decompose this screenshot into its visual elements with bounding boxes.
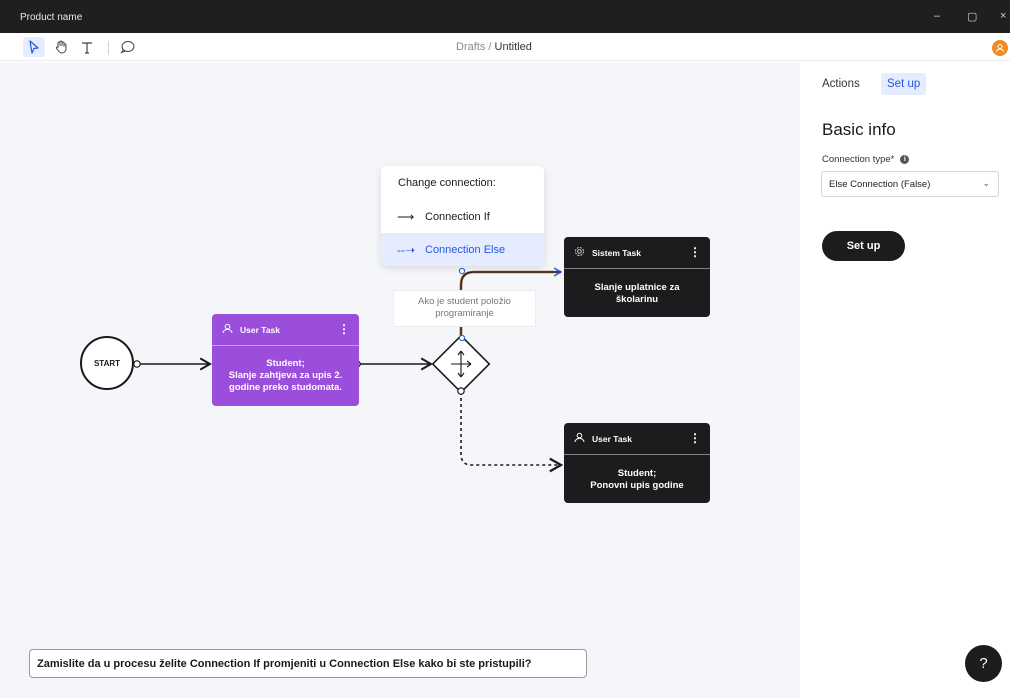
breadcrumb: Drafts / Untitled <box>456 41 532 53</box>
connection-if-option[interactable]: ⟶ Connection If <box>381 200 544 233</box>
start-label: START <box>93 358 121 368</box>
change-connection-popup: Change connection: ⟶ Connection If --➝ C… <box>381 166 544 266</box>
task-body-line: Slanje uplatnice za <box>594 282 680 293</box>
dashed-arrow-icon: --➝ <box>397 242 416 257</box>
user-task-node[interactable]: User Task ⋮ Student; Slanje zahtjeva za … <box>212 314 359 406</box>
setup-button[interactable]: Set up <box>822 231 905 261</box>
minimize-icon[interactable]: – <box>934 10 940 22</box>
task-type-label: User Task <box>240 324 281 335</box>
task-body: Student; Slanje zahtjeva za upis 2. godi… <box>212 346 359 394</box>
gateway-diamond <box>431 334 491 394</box>
user-avatar-icon[interactable] <box>992 40 1008 56</box>
connection-type-select[interactable]: Else Connection (False) ⌄ <box>821 171 999 197</box>
breadcrumb-current[interactable]: Untitled <box>495 41 532 53</box>
task-body-line: godine preko studomata. <box>229 382 342 393</box>
pointer-tool-icon[interactable] <box>23 37 45 57</box>
task-body: Student; Ponovni upis godine <box>564 455 710 492</box>
gear-icon <box>574 246 585 259</box>
toolbar-divider <box>108 41 109 55</box>
panel-heading: Basic info <box>822 120 896 139</box>
tab-setup[interactable]: Set up <box>881 73 927 95</box>
field-label-text: Connection type* <box>822 154 895 165</box>
help-button[interactable]: ? <box>965 645 1002 682</box>
task-header: Sistem Task ⋮ <box>564 237 710 269</box>
connection-handle <box>458 267 466 275</box>
task-header: User Task ⋮ <box>564 423 710 455</box>
condition-label-line: programiranje <box>435 308 494 319</box>
connection-else-option[interactable]: --➝ Connection Else <box>381 233 544 266</box>
solid-arrow-icon: ⟶ <box>397 209 415 224</box>
task-body-line: Ponovni upis godine <box>590 480 684 491</box>
task-type-label: User Task <box>592 433 633 444</box>
breadcrumb-parent[interactable]: Drafts <box>456 41 485 53</box>
task-type-label: Sistem Task <box>592 247 641 258</box>
chevron-down-icon: ⌄ <box>982 178 990 188</box>
start-node[interactable]: START <box>80 336 134 390</box>
app-title: Product name <box>20 12 83 23</box>
title-bar: Product name – ▢ × <box>0 0 1010 33</box>
user-task-node[interactable]: User Task ⋮ Student; Ponovni upis godine <box>564 423 710 503</box>
more-options-icon[interactable]: ⋮ <box>689 245 701 259</box>
task-question: Zamislite da u procesu želite Connection… <box>29 649 587 678</box>
hand-tool-icon[interactable] <box>50 37 72 57</box>
option-label: Connection Else <box>425 243 506 256</box>
user-icon <box>222 323 233 336</box>
toolbar: Drafts / Untitled <box>0 33 1010 61</box>
connection-handle <box>458 334 466 342</box>
maximize-icon[interactable]: ▢ <box>967 10 977 23</box>
more-options-icon[interactable]: ⋮ <box>689 431 701 445</box>
task-header: User Task ⋮ <box>212 314 359 346</box>
sistem-task-node[interactable]: Sistem Task ⋮ Slanje uplatnice za školar… <box>564 237 710 317</box>
task-body-line: Student; <box>617 468 657 479</box>
connection-handle <box>133 360 141 368</box>
text-tool-icon[interactable] <box>76 37 98 57</box>
connection-handle <box>457 387 465 395</box>
comment-tool-icon[interactable] <box>116 37 138 57</box>
user-icon <box>574 432 585 445</box>
task-body: Slanje uplatnice za školarinu <box>564 269 710 306</box>
task-body-line: školarinu <box>615 294 659 305</box>
properties-panel: Actions Set up Basic info Connection typ… <box>800 62 1010 698</box>
close-icon[interactable]: × <box>1000 10 1006 22</box>
task-body-line: Student; <box>266 358 305 369</box>
connection-type-label: Connection type* i <box>822 154 910 165</box>
more-options-icon[interactable]: ⋮ <box>338 322 350 336</box>
condition-label-line: Ako je student položio <box>418 296 511 307</box>
breadcrumb-separator: / <box>485 41 495 53</box>
option-label: Connection If <box>425 210 490 223</box>
connection-else <box>460 392 564 473</box>
condition-label[interactable]: Ako je student položio programiranje <box>393 290 536 327</box>
task-body-line: Slanje zahtjeva za upis 2. <box>228 370 343 381</box>
popup-title: Change connection: <box>398 177 496 189</box>
tab-actions[interactable]: Actions <box>816 73 866 95</box>
info-icon[interactable]: i <box>900 155 910 164</box>
select-value: Else Connection (False) <box>829 178 931 190</box>
